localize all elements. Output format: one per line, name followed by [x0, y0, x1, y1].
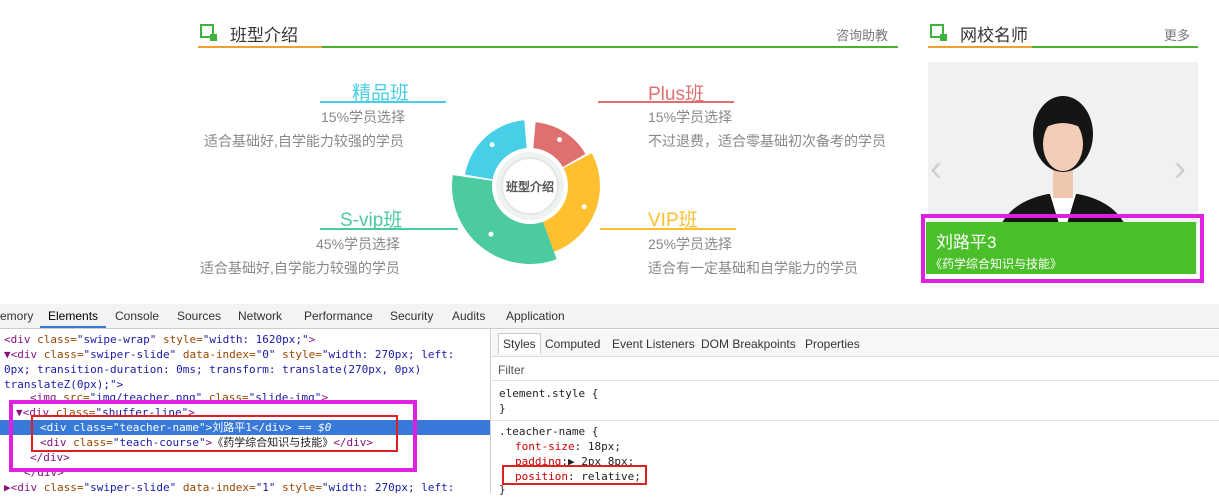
class-ratio: 15%学员选择: [648, 109, 733, 125]
next-arrow-icon[interactable]: ›: [1174, 150, 1186, 186]
pie-slice-vip-marker: [581, 204, 587, 210]
square-bullet-icon: [930, 24, 947, 41]
class-section-header: 班型介绍 咨询助教: [198, 20, 898, 45]
dom-val: "swiper-slide": [83, 481, 177, 494]
dom-val: "swiper-slide": [83, 348, 177, 361]
class-desc: 适合有一定基础和自学能力的学员: [648, 260, 858, 276]
dom-val: "swipe-wrap": [76, 333, 157, 346]
consult-link[interactable]: 咨询助教: [836, 25, 888, 44]
element-style-rule[interactable]: element.style {: [499, 386, 598, 401]
subtab-computed[interactable]: Computed: [545, 337, 600, 351]
dom-close: >: [308, 333, 316, 346]
dom-attr: style=: [156, 333, 203, 346]
dom-tag: div: [17, 481, 38, 494]
class-ratio: 15%学员选择: [321, 109, 406, 125]
square-bullet-icon: [200, 24, 217, 41]
tab-sources[interactable]: Sources: [177, 309, 221, 323]
dom-attr: data-index=: [176, 481, 256, 494]
css-value: 18px;: [587, 440, 621, 453]
panel-divider[interactable]: [490, 328, 491, 493]
element-style-close: }: [499, 402, 506, 415]
css-decl-font-size[interactable]: font-size: 18px;: [515, 439, 621, 454]
dom-line[interactable]: ▼<div class="swiper-slide" data-index="0…: [4, 347, 454, 362]
class-ratio: 45%学员选择: [316, 236, 401, 252]
class-ratio: 25%学员选择: [648, 236, 733, 252]
class-underline: [320, 228, 458, 230]
dom-attr: data-index=: [176, 348, 256, 361]
devtools-tabbar: emory Elements Console Sources Network P…: [0, 304, 1219, 329]
tab-console[interactable]: Console: [115, 309, 159, 323]
class-underline: [598, 101, 734, 103]
tab-memory[interactable]: emory: [0, 309, 33, 323]
class-underline: [600, 228, 736, 230]
dom-attr: style=: [275, 481, 322, 494]
dom-line[interactable]: 0px; transition-duration: 0ms; transform…: [4, 362, 421, 377]
red-box-dom-lines: [31, 415, 398, 452]
prev-arrow-icon[interactable]: ‹: [930, 150, 942, 186]
pie-slice-jingpin-marker: [489, 142, 495, 148]
dom-open: ▼<: [4, 348, 18, 361]
dom-tag: div: [17, 348, 38, 361]
teacher-header-accent: [928, 46, 1032, 48]
styles-tabbar: Styles Computed Event Listeners DOM Brea…: [492, 330, 1219, 357]
tab-elements[interactable]: Elements: [48, 309, 98, 323]
dom-tag: div: [10, 333, 31, 346]
dom-val: "width: 270px; left:: [321, 481, 455, 494]
pie-slice-plus-marker: [557, 137, 563, 143]
css-prop: font-size: [515, 440, 575, 453]
rule-divider: [492, 420, 1219, 421]
dom-open: ▶<: [4, 481, 18, 494]
dom-attr: class=: [30, 333, 77, 346]
highlight-box-teacher: [921, 214, 1204, 283]
tab-audits[interactable]: Audits: [452, 309, 485, 323]
dom-attr: style=: [275, 348, 322, 361]
dom-attr: class=: [37, 348, 84, 361]
subtab-properties[interactable]: Properties: [805, 337, 860, 351]
teacher-section-header: 网校名师 更多: [928, 20, 1198, 45]
active-tab-indicator: [40, 326, 106, 328]
dom-val: "1": [255, 481, 276, 494]
css-selector[interactable]: .teacher-name {: [499, 424, 598, 439]
dom-val: "0": [255, 348, 276, 361]
class-section-title: 班型介绍: [230, 26, 298, 45]
subtab-dom-breakpoints[interactable]: DOM Breakpoints: [701, 337, 796, 351]
tab-network[interactable]: Network: [238, 309, 282, 323]
tab-performance[interactable]: Performance: [304, 309, 373, 323]
dom-open: <: [4, 333, 11, 346]
class-desc: 不过退费，适合零基础初次备考的学员: [648, 133, 886, 149]
styles-filter-input[interactable]: Filter: [498, 363, 525, 377]
class-desc: 适合基础好,自学能力较强的学员: [204, 133, 404, 149]
red-box-position: [502, 465, 647, 485]
subtab-event-listeners[interactable]: Event Listeners: [612, 337, 695, 351]
teacher-section-title: 网校名师: [960, 26, 1028, 45]
class-header-accent: [198, 46, 322, 48]
dom-line[interactable]: <div class="swipe-wrap" style="width: 16…: [4, 332, 315, 347]
filter-divider: [492, 380, 1219, 381]
class-desc: 适合基础好,自学能力较强的学员: [200, 260, 400, 276]
pie-slice-svip-marker: [488, 231, 494, 237]
class-underline: [320, 101, 446, 103]
tab-application[interactable]: Application: [506, 309, 565, 323]
pie-center-label: 班型介绍: [506, 179, 554, 194]
dom-val: "width: 1620px;": [202, 333, 309, 346]
class-pie-chart: 班型介绍: [452, 120, 600, 264]
more-link[interactable]: 更多: [1164, 25, 1190, 44]
dom-val: "width: 270px; left:: [321, 348, 455, 361]
dom-attr: class=: [37, 481, 84, 494]
subtab-styles[interactable]: Styles: [498, 333, 541, 354]
tab-security[interactable]: Security: [390, 309, 433, 323]
